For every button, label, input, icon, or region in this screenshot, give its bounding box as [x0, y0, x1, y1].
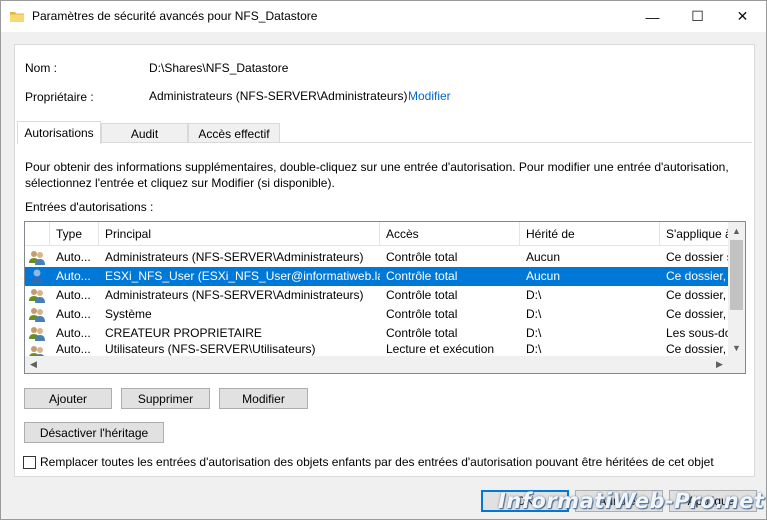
scroll-down-icon[interactable]: ▼	[728, 339, 745, 356]
window-title: Paramètres de sécurité avancés pour NFS_…	[32, 9, 318, 23]
column-header-principal[interactable]: Principal	[99, 222, 380, 246]
change-owner-link[interactable]: Modifier	[408, 89, 451, 103]
owner-value: Administrateurs (NFS-SERVER\Administrate…	[149, 89, 408, 103]
cell-inherited-from: Aucun	[526, 269, 561, 283]
cell-access: Lecture et exécution	[386, 343, 495, 356]
permission-entries-list[interactable]: Type Principal Accès Hérité de S'appliqu…	[24, 221, 746, 374]
info-line-2: sélectionnez l'entrée et cliquez sur Mod…	[25, 176, 335, 190]
table-row[interactable]: Auto... Système Contrôle total D:\ Ce do…	[25, 305, 728, 324]
add-button[interactable]: Ajouter	[24, 388, 112, 409]
cell-access: Contrôle total	[386, 326, 458, 340]
tab-panel-border	[17, 142, 752, 143]
cell-principal: Utilisateurs (NFS-SERVER\Utilisateurs)	[105, 343, 316, 356]
cell-principal: Système	[105, 307, 152, 321]
cell-type: Auto...	[56, 269, 91, 283]
table-row-selected[interactable]: Auto... ESXi_NFS_User (ESXi_NFS_User@inf…	[25, 267, 728, 286]
column-header-icon	[25, 222, 50, 246]
table-row[interactable]: Auto... Administrateurs (NFS-SERVER\Admi…	[25, 286, 728, 305]
scroll-right-icon[interactable]: ▶	[711, 356, 728, 373]
cell-type: Auto...	[56, 250, 91, 264]
table-row[interactable]: Auto... Utilisateurs (NFS-SERVER\Utilisa…	[25, 343, 728, 360]
name-value: D:\Shares\NFS_Datastore	[149, 61, 289, 75]
users-group-icon	[29, 289, 45, 303]
users-group-icon	[29, 251, 45, 265]
security-settings-window: Paramètres de sécurité avancés pour NFS_…	[0, 0, 767, 520]
cell-access: Contrôle total	[386, 250, 458, 264]
entries-label: Entrées d'autorisations :	[25, 200, 154, 214]
cell-type: Auto...	[56, 307, 91, 321]
cell-inherited-from: D:\	[526, 326, 542, 340]
cell-applies-to: Ce dossier, le	[666, 307, 728, 321]
cell-type: Auto...	[56, 288, 91, 302]
minimize-button[interactable]: —	[630, 1, 675, 32]
tab-effective-access[interactable]: Accès effectif	[188, 123, 280, 143]
replace-child-permissions-label[interactable]: Remplacer toutes les entrées d'autorisat…	[40, 455, 714, 469]
column-header-type[interactable]: Type	[50, 222, 99, 246]
settings-panel: Nom : D:\Shares\NFS_Datastore Propriétai…	[14, 44, 755, 477]
cell-type: Auto...	[56, 343, 91, 356]
horizontal-scrollbar[interactable]: ◀ ▶	[25, 356, 745, 373]
cell-inherited-from: D:\	[526, 343, 542, 356]
title-bar: Paramètres de sécurité avancés pour NFS_…	[1, 1, 766, 32]
close-button[interactable]: ✕	[720, 1, 765, 32]
name-label: Nom :	[25, 61, 58, 75]
scroll-up-icon[interactable]: ▲	[728, 222, 745, 239]
tab-permissions[interactable]: Autorisations	[17, 121, 101, 144]
cell-applies-to: Les sous-doss	[666, 326, 728, 340]
replace-child-permissions-checkbox[interactable]	[23, 456, 36, 469]
disable-inheritance-button[interactable]: Désactiver l'héritage	[24, 422, 164, 443]
list-header: Type Principal Accès Hérité de S'appliqu…	[25, 222, 728, 246]
cell-type: Auto...	[56, 326, 91, 340]
cell-principal: Administrateurs (NFS-SERVER\Administrate…	[105, 288, 364, 302]
tab-audit[interactable]: Audit	[101, 123, 188, 143]
cell-inherited-from: Aucun	[526, 250, 561, 264]
users-group-icon	[29, 327, 45, 341]
vertical-scrollbar[interactable]: ▲ ▼	[728, 222, 745, 356]
cell-principal: Administrateurs (NFS-SERVER\Administrate…	[105, 250, 364, 264]
cell-access: Contrôle total	[386, 307, 458, 321]
cell-inherited-from: D:\	[526, 307, 542, 321]
cell-principal: CREATEUR PROPRIETAIRE	[105, 326, 262, 340]
edit-button[interactable]: Modifier	[219, 388, 308, 409]
cell-access: Contrôle total	[386, 288, 458, 302]
cell-applies-to: Ce dossier seu	[666, 250, 728, 264]
table-row[interactable]: Auto... Administrateurs (NFS-SERVER\Admi…	[25, 248, 728, 267]
table-row[interactable]: Auto... CREATEUR PROPRIETAIRE Contrôle t…	[25, 324, 728, 343]
vertical-scroll-thumb[interactable]	[730, 240, 743, 310]
folder-icon	[10, 12, 24, 22]
column-header-access[interactable]: Accès	[380, 222, 520, 246]
user-icon	[31, 269, 43, 284]
watermark-logo: InformatiWeb-Pro.net	[498, 489, 765, 513]
column-header-applies-to[interactable]: S'applique à	[660, 222, 728, 246]
info-text: Pour obtenir des informations supplément…	[25, 159, 745, 191]
info-line-1: Pour obtenir des informations supplément…	[25, 160, 729, 174]
cell-applies-to: Ce dossier, le	[666, 343, 728, 356]
cell-access: Contrôle total	[386, 269, 458, 283]
cell-principal: ESXi_NFS_User (ESXi_NFS_User@informatiwe…	[105, 269, 380, 283]
cell-inherited-from: D:\	[526, 288, 542, 302]
cell-applies-to: Ce dossier, le	[666, 288, 728, 302]
column-header-inherited-from[interactable]: Hérité de	[520, 222, 660, 246]
owner-label: Propriétaire :	[25, 90, 94, 104]
remove-button[interactable]: Supprimer	[121, 388, 210, 409]
cell-applies-to: Ce dossier, le	[666, 269, 728, 283]
scroll-left-icon[interactable]: ◀	[25, 356, 42, 373]
users-group-icon	[29, 308, 45, 322]
maximize-button[interactable]: ☐	[675, 1, 720, 32]
